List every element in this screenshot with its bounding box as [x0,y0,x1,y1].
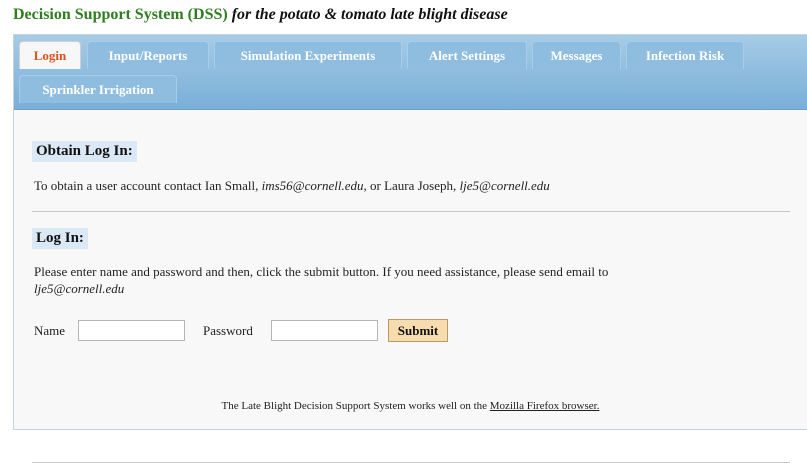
tab-bar: Login Input/Reports Simulation Experimen… [14,35,807,110]
page-title: Decision Support System (DSS) for the po… [13,6,508,24]
login-content: Obtain Log In: To obtain a user account … [14,110,807,463]
name-label: Name [34,323,66,338]
main-panel: Login Input/Reports Simulation Experimen… [13,34,807,463]
obtain-login-text: To obtain a user account contact Ian Sma… [34,177,550,194]
login-instructions-text: Please enter name and password and then,… [34,264,609,279]
tab-simulation-experiments[interactable]: Simulation Experiments [214,41,402,69]
password-label: Password [203,323,253,338]
footer-text: The Late Blight Decision Support System … [221,400,488,412]
footer: The Late Blight Decision Support System … [14,400,807,412]
login-instructions: Please enter name and password and then,… [34,263,764,297]
submit-button[interactable]: Submit [388,319,448,342]
title-subtitle: for the potato & tomato late blight dise… [231,6,508,23]
tab-messages[interactable]: Messages [532,41,621,69]
obtain-text-pre: To obtain a user account contact Ian Sma… [34,178,259,193]
obtain-text-mid: , or Laura Joseph, [363,178,457,193]
login-heading: Log In: [32,228,88,249]
name-input[interactable] [78,320,185,341]
divider [32,211,790,212]
tab-input-reports[interactable]: Input/Reports [87,41,209,69]
title-main: Decision Support System (DSS) [13,6,228,23]
firefox-link[interactable]: Mozilla Firefox browser. [490,400,600,412]
tab-infection-risk[interactable]: Infection Risk [626,41,744,69]
tab-sprinkler-irrigation[interactable]: Sprinkler Irrigation [19,75,177,103]
tab-login[interactable]: Login [19,41,81,69]
tab-alert-settings[interactable]: Alert Settings [407,41,527,69]
contact-email-1: ims56@cornell.edu [261,178,364,193]
obtain-login-heading: Obtain Log In: [32,141,137,162]
password-input[interactable] [271,320,378,341]
help-email: lje5@cornell.edu [34,281,125,296]
contact-email-2: lje5@cornell.edu [459,178,550,193]
